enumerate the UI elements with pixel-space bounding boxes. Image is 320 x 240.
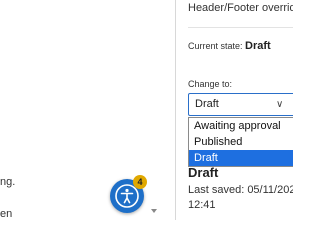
state-dropdown-list: Awaiting approval Published Draft <box>188 117 293 167</box>
current-state: Current state: Draft <box>188 40 271 52</box>
current-state-value: Draft <box>245 40 271 52</box>
moderation-sidebar: Header/Footer override Current state: Dr… <box>176 0 293 220</box>
change-to-label: Change to: <box>188 79 233 89</box>
divider <box>188 27 293 28</box>
last-saved-time: 12:41 <box>188 199 216 211</box>
notification-badge: 4 <box>133 175 147 189</box>
chevron-down-icon: ∨ <box>276 99 284 110</box>
current-state-label: Current state: <box>188 41 243 51</box>
scroll-down-arrow[interactable] <box>151 209 157 213</box>
content-text-fragment: ng. <box>0 176 16 188</box>
state-select-value: Draft <box>195 98 219 110</box>
main-content-pane: ng. en 4 <box>0 0 164 220</box>
state-select[interactable]: Draft ∨ <box>188 93 293 116</box>
status-title: Draft <box>188 165 219 180</box>
option-draft[interactable]: Draft <box>189 150 293 166</box>
option-published[interactable]: Published <box>189 134 293 150</box>
sidebar-title: Header/Footer override <box>188 2 293 14</box>
last-saved-text: Last saved: 05/11/2025 <box>188 184 293 196</box>
option-awaiting-approval[interactable]: Awaiting approval <box>189 118 293 134</box>
content-text-fragment: en <box>0 208 13 220</box>
